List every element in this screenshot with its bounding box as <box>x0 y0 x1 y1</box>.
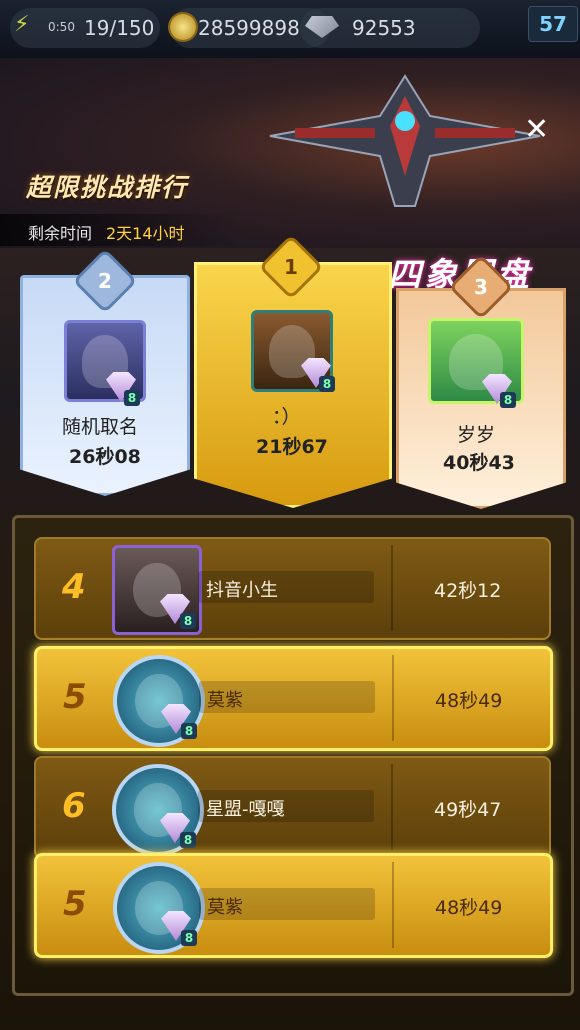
divider <box>391 764 393 850</box>
clear-time: 49秒47 <box>434 799 502 821</box>
podium-name-1: ：） <box>272 406 301 428</box>
podium-name-2: 随机取名 <box>62 416 139 438</box>
player-name: 莫紫 <box>207 690 243 711</box>
podium-time-2: 26秒08 <box>69 446 141 468</box>
vip-level: 8 <box>500 392 516 408</box>
rank-number: 5 <box>63 677 87 717</box>
gem-value: 92553 <box>352 16 416 40</box>
player-name: 莫紫 <box>207 897 243 918</box>
rank-number: 5 <box>63 884 87 924</box>
clear-time: 42秒12 <box>434 580 502 602</box>
page-title: 超限挑战排行 <box>26 173 189 202</box>
resource-bar: ⚡ 0:50 19/150 28599898 92553 57 <box>0 0 580 58</box>
list-item-self[interactable]: 5 8 莫紫 48秒49 <box>34 646 553 751</box>
lightning-icon: ⚡ <box>14 12 30 37</box>
screen: ⚡ 0:50 19/150 28599898 92553 57 ✕ 超限挑战排行… <box>0 0 580 1030</box>
remaining-time-value: 2天14小时 <box>106 224 185 243</box>
remaining-time-label: 剩余时间 <box>28 224 93 243</box>
vip-level: 8 <box>180 832 196 848</box>
divider <box>392 862 394 948</box>
vip-level: 8 <box>124 390 140 406</box>
list-item[interactable]: 4 8 抖音小生 42秒12 <box>34 537 551 640</box>
player-name: 星盟-嘎嘎 <box>206 799 285 820</box>
spaceship-image <box>269 74 541 207</box>
coin-icon <box>170 14 196 40</box>
rank-number: 6 <box>62 786 86 826</box>
vip-level: 8 <box>180 613 196 629</box>
divider <box>391 545 393 631</box>
gold-value: 28599898 <box>198 16 300 40</box>
divider <box>392 655 394 741</box>
energy-timer: 0:50 <box>48 20 75 34</box>
remaining-time-bar: 剩余时间 2天14小时 <box>0 214 240 246</box>
podium-time-1: 21秒67 <box>256 436 328 458</box>
rank-1-number: 1 <box>284 254 298 279</box>
rank-number: 4 <box>62 567 86 607</box>
clear-time: 48秒49 <box>435 690 503 712</box>
podium-name-3: 岁岁 <box>457 424 496 446</box>
vip-level: 8 <box>181 930 197 946</box>
list-item[interactable]: 6 8 星盟-嘎嘎 49秒47 <box>34 756 551 859</box>
rank-2-number: 2 <box>98 268 112 293</box>
clear-time: 48秒49 <box>435 897 503 919</box>
vip-level: 8 <box>319 376 335 392</box>
close-button[interactable]: ✕ <box>524 112 549 147</box>
energy-value: 19/150 <box>84 16 155 40</box>
rank-3-number: 3 <box>474 274 488 299</box>
vip-level: 8 <box>181 723 197 739</box>
player-name: 抖音小生 <box>206 580 278 601</box>
my-rank-row[interactable]: 5 8 莫紫 48秒49 <box>34 853 553 958</box>
player-level[interactable]: 57 <box>528 6 578 42</box>
podium-time-3: 40秒43 <box>443 452 515 474</box>
